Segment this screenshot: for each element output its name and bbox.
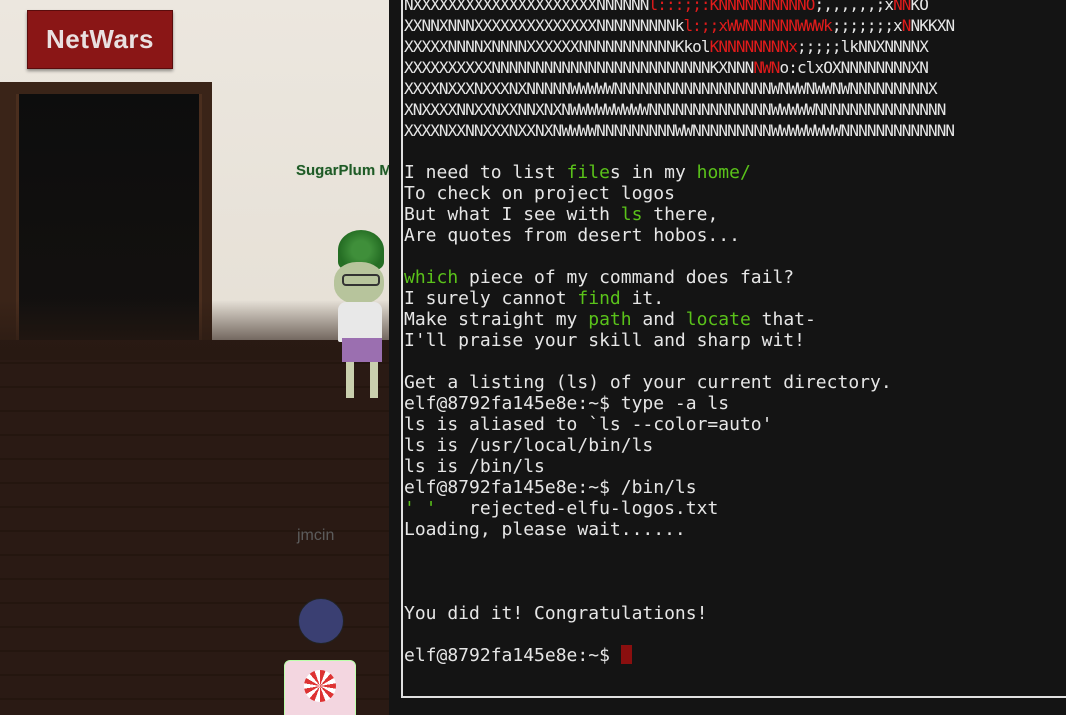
ascii-banner-line: XNXXXXNNXXNXXNNXNXNWWWWWWWWWNNNNNNNNNNNN… xyxy=(404,99,954,120)
ascii-banner-line-segment: NWN xyxy=(753,58,780,77)
terminal-line-segment: I'll praise your skill and sharp wit! xyxy=(404,330,805,351)
terminal-line-segment: ' ' xyxy=(404,498,437,519)
terminal-line-segment: locate xyxy=(685,309,751,330)
terminal-line-segment: file xyxy=(566,162,610,183)
terminal-line-segment: rejected-elfu-logos.txt xyxy=(436,498,719,519)
terminal-line-segment: Loading, please wait...... xyxy=(404,519,686,540)
terminal-line-segment: elf@8792fa145e8e:~$ /bin/ls xyxy=(404,477,697,498)
ascii-banner-line: XXXXXNNNNXNNNNXXXXXXNNNNNNNNNNNKkolKNNNN… xyxy=(404,36,954,57)
terminal-line: I'll praise your skill and sharp wit! xyxy=(404,330,954,351)
terminal-line-segment: it. xyxy=(620,288,665,309)
player-avatar[interactable] xyxy=(284,598,358,715)
ascii-banner-line-segment: NKKXN xyxy=(910,16,956,35)
netwars-sign-label: NetWars xyxy=(45,24,154,54)
terminal-line-segment: piece of my command does fail? xyxy=(458,267,795,288)
terminal-line-segment: ls is /usr/local/bin/ls xyxy=(404,435,654,456)
ascii-banner-line: XXXXNXXNNXXXNXXNXNWWWWNNNNNNNNNWWNNNNNNN… xyxy=(404,120,955,141)
terminal-line: ls is aliased to `ls --color=auto' xyxy=(404,414,954,435)
terminal-line: elf@8792fa145e8e:~$ type -a ls xyxy=(404,393,954,414)
ascii-banner-line-segment: N xyxy=(901,16,912,35)
terminal-line-segment: But what I see with xyxy=(404,204,621,225)
ascii-banner-line-segment: NXXXXXXXXXXXXXXXXXXXXXNNNNNN xyxy=(404,0,649,14)
ascii-banner-line-segment: XXXXNXXXNXXXNXNNNNNWWWWWNNNNNNNNNNNNNNNN… xyxy=(404,79,938,98)
terminal-line-segment: To check on project logos xyxy=(404,183,675,204)
terminal-line-segment: which xyxy=(404,267,459,288)
ascii-banner-line: XXXXXXXXXXNNNNNNNNNNNNNNNNNNNNNNNNNKXNNN… xyxy=(404,57,954,78)
netwars-sign: NetWars xyxy=(27,10,173,69)
ascii-banner-line-segment: NN xyxy=(893,0,911,14)
terminal-line-segment: You did it! Congratulations! xyxy=(404,603,708,624)
ascii-banner-line-segment: XNXXXXNNXXNXXNNXNXNWWWWWWWWWNNNNNNNNNNNN… xyxy=(404,100,946,119)
terminal-line: Loading, please wait...... xyxy=(404,519,954,540)
ascii-banner-line: XXXXNXXXNXXXNXNNNNNWWWWWNNNNNNNNNNNNNNNN… xyxy=(404,78,954,99)
terminal-line: Make straight my path and locate that- xyxy=(404,309,954,330)
terminal-line-segment: and xyxy=(631,309,686,330)
terminal-screen[interactable]: NXXXXXXXXXXXXXXXXXXXXXNNNNNNl:::;;:KNNNN… xyxy=(401,0,1066,698)
terminal-line-segment: that- xyxy=(750,309,816,330)
prompt-text: elf@8792fa145e8e:~$ xyxy=(404,645,621,666)
ascii-banner-line-segment: KNNNNNNNNx xyxy=(709,37,798,56)
terminal-window[interactable]: NXXXXXXXXXXXXXXXXXXXXXNNNNNNl:::;;:KNNNN… xyxy=(389,0,1066,715)
terminal-line: ls is /bin/ls xyxy=(404,456,954,477)
terminal-line-segment: there, xyxy=(642,204,719,225)
terminal-line-segment: Get a listing (ls) of your current direc… xyxy=(404,372,892,393)
ascii-banner-line-segment: ;;;;;;;x xyxy=(831,16,903,35)
ascii-banner-line-segment: ;;;;;lkNNXNNNNX xyxy=(797,37,929,56)
ascii-banner-line-segment: l:::;;:KNNNNNNNNNNO xyxy=(648,0,816,14)
ascii-banner-line: NXXXXXXXXXXXXXXXXXXXXXNNNNNNl:::;;:KNNNN… xyxy=(404,0,954,15)
terminal-line: Get a listing (ls) of your current direc… xyxy=(404,372,954,393)
terminal-cursor xyxy=(620,645,632,664)
ascii-banner-line-segment: l:;;xWWNNNNNNWWWk xyxy=(683,16,832,35)
terminal-line: I surely cannot find it. xyxy=(404,288,954,309)
terminal-line-segment: Are quotes from desert hobos... xyxy=(404,225,740,246)
terminal-line-segment: Make straight my xyxy=(404,309,589,330)
terminal-line: Are quotes from desert hobos... xyxy=(404,225,954,246)
terminal-line-segment: ls is /bin/ls xyxy=(404,456,545,477)
ascii-banner-line: XXNNXNNNXXXXXXXXXXXXXXNNNNNNNNNkl:;;xWWN… xyxy=(404,15,956,36)
ascii-banner-line-segment: KO xyxy=(910,0,929,14)
terminal-line-segment: path xyxy=(588,309,632,330)
ascii-banner-line-segment: XXNNXNNNXXXXXXXXXXXXXXNNNNNNNNNk xyxy=(404,16,684,35)
terminal-line-segment: find xyxy=(577,288,621,309)
terminal-line: To check on project logos xyxy=(404,183,954,204)
ascii-banner-line-segment: ;,,,,,,;x xyxy=(814,0,894,14)
prompt-line[interactable]: elf@8792fa145e8e:~$ xyxy=(404,645,954,666)
terminal-line: ' ' rejected-elfu-logos.txt xyxy=(404,498,954,519)
terminal-line-segment: elf@8792fa145e8e:~$ type -a ls xyxy=(404,393,730,414)
ascii-banner-line-segment: XXXXNXXNNXXXNXXNXNWWWWNNNNNNNNNWWNNNNNNN… xyxy=(404,121,955,140)
elf-glasses xyxy=(342,274,380,286)
terminal-line: ls is /usr/local/bin/ls xyxy=(404,435,954,456)
terminal-line: I need to list files in my home/ xyxy=(404,162,954,183)
ascii-banner-line-segment: XXXXXNNNNXNNNNXXXXXXNNNNNNNNNNNKkol xyxy=(404,37,711,56)
player-name-sugarplum: SugarPlum M xyxy=(296,162,392,179)
terminal-line-segment: home/ xyxy=(696,162,751,183)
terminal-line-segment: s in my xyxy=(609,162,697,183)
terminal-output: NXXXXXXXXXXXXXXXXXXXXXNNNNNNl:::;;:KNNNN… xyxy=(404,0,956,666)
terminal-line: But what I see with ls there, xyxy=(404,204,954,225)
terminal-line: elf@8792fa145e8e:~$ /bin/ls xyxy=(404,477,954,498)
terminal-line-segment: ls is aliased to `ls --color=auto' xyxy=(404,414,773,435)
player-name-jmcin: jmcin xyxy=(297,527,335,544)
candy-badge-icon xyxy=(304,670,336,702)
ascii-banner-line-segment: o:clxOXNNNNNNNNXN xyxy=(779,58,929,77)
terminal-line: You did it! Congratulations! xyxy=(404,603,954,624)
terminal-line-segment: ls xyxy=(620,204,643,225)
avatar-head xyxy=(298,598,344,644)
terminal-line-segment: I need to list xyxy=(404,162,567,183)
terminal-line: which piece of my command does fail? xyxy=(404,267,954,288)
terminal-line-segment: I surely cannot xyxy=(404,288,578,309)
ascii-banner-line-segment: XXXXXXXXXXNNNNNNNNNNNNNNNNNNNNNNNNNKXNNN xyxy=(404,58,754,77)
